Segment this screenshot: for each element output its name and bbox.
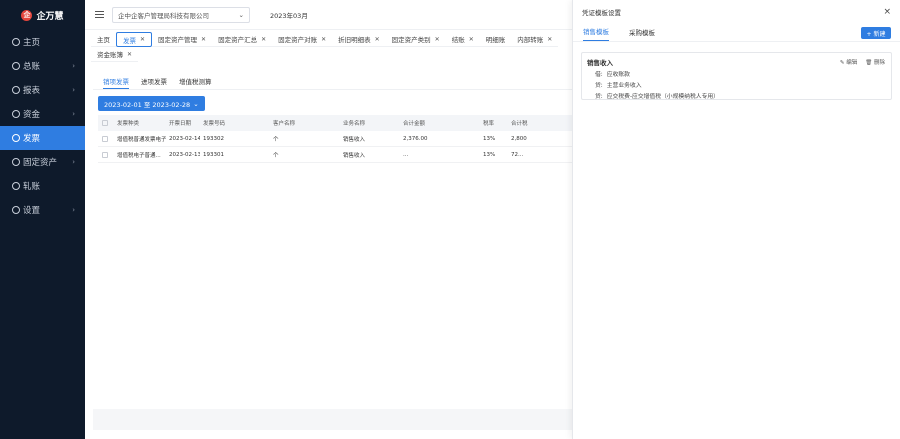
logo-icon: 企 <box>21 9 33 21</box>
invoice-subtabs: 销项发票 进项发票 增值税测算 <box>93 64 572 90</box>
closing-icon <box>12 182 20 190</box>
tab-detail-ledger[interactable]: 明细账 <box>479 32 512 47</box>
report-icon <box>12 86 20 94</box>
edit-button[interactable]: ✎ 编辑 <box>840 58 857 66</box>
close-icon[interactable]: ✕ <box>127 51 132 58</box>
tab-fixed-asset-summary[interactable]: 固定资产汇总 ✕ <box>212 32 273 47</box>
entry-line: 借: 应收账款 <box>595 72 630 78</box>
app-logo: 企 企万慧 <box>0 0 85 30</box>
entry-line: 贷: 主营业务收入 <box>595 83 642 89</box>
sidebar-item-invoice[interactable]: 发票 <box>0 126 85 150</box>
content-area: 销项发票 进项发票 增值税测算 2023-02-01 至 2023-02-28 … <box>93 64 572 430</box>
new-template-button[interactable]: + 新建 <box>861 27 891 39</box>
select-all-checkbox[interactable] <box>102 120 108 126</box>
top-bar: 企中企客户管理局科技有限公司 ⌄ 2023年03月 <box>85 0 572 30</box>
tab-depreciation[interactable]: 折旧明细表 ✕ <box>332 32 386 47</box>
tab-internal-transfer[interactable]: 内部转账 ✕ <box>511 32 559 47</box>
tab-fund-ledger[interactable]: 资金账簿 ✕ <box>91 47 139 62</box>
company-select[interactable]: 企中企客户管理局科技有限公司 ⌄ <box>112 6 250 23</box>
chevron-right-icon: › <box>72 110 75 118</box>
close-icon[interactable]: ✕ <box>261 36 266 43</box>
tab-invoice[interactable]: 发票 ✕ <box>116 32 153 47</box>
drawer-tabs: 销售模板 采购模板 + 新建 <box>573 24 900 42</box>
table-row[interactable]: 增值税普通发票电子... 2023-02-14 193302 个 销售收入 2,… <box>98 131 572 147</box>
funds-icon <box>12 110 20 118</box>
chevron-down-icon: ⌄ <box>193 99 199 108</box>
invoice-panel: 销项发票 进项发票 增值税测算 2023-02-01 至 2023-02-28 … <box>93 64 572 409</box>
accounting-period[interactable]: 2023年03月 <box>270 10 308 20</box>
entry-line: 贷: 应交税费-应交增值税（小规模纳税人专用） <box>595 94 719 100</box>
tab-closing[interactable]: 结账 ✕ <box>445 32 480 47</box>
logo-text: 企万慧 <box>36 11 64 22</box>
gear-icon <box>12 206 20 214</box>
sidebar-item-closing[interactable]: 轧账 <box>0 174 85 198</box>
chevron-right-icon: › <box>72 62 75 70</box>
delete-button[interactable]: 🗑 删除 <box>865 58 885 66</box>
card-actions: ✎ 编辑 🗑 删除 <box>840 58 885 66</box>
menu-toggle-icon[interactable] <box>95 11 104 18</box>
chevron-right-icon: › <box>72 158 75 166</box>
table-header: 发票种类 开票日期 发票号码 客户名称 业务名称 合计金额 税率 合计税 <box>98 115 572 131</box>
close-icon[interactable]: ✕ <box>140 36 145 43</box>
close-icon[interactable]: ✕ <box>469 36 474 43</box>
voucher-template-drawer: 凭证模板设置 × 销售模板 采购模板 + 新建 销售收入 ✎ 编辑 🗑 删除 借… <box>572 0 900 439</box>
tab-sales-template[interactable]: 销售模板 <box>583 26 609 41</box>
subtab-vat-estimate[interactable]: 增值税测算 <box>179 76 212 89</box>
close-icon[interactable]: ✕ <box>435 36 440 43</box>
subtab-sales-invoice[interactable]: 销项发票 <box>103 76 129 89</box>
subtab-purchase-invoice[interactable]: 进项发票 <box>141 76 167 89</box>
edit-icon: ✎ <box>839 60 845 66</box>
drawer-header: 凭证模板设置 × <box>573 0 900 24</box>
chevron-down-icon: ⌄ <box>238 10 244 19</box>
tab-asset-category[interactable]: 固定资产类别 ✕ <box>385 32 446 47</box>
row-checkbox[interactable] <box>102 151 108 158</box>
sidebar-item-home[interactable]: 主页 <box>0 30 85 54</box>
table-row[interactable]: 增值税电子普通... 2023-02-13 193301 个 销售收入 ... … <box>98 147 572 163</box>
tab-fixed-asset-management[interactable]: 固定资产管理 ✕ <box>152 32 213 47</box>
chevron-right-icon: › <box>72 206 75 214</box>
home-icon <box>12 38 20 46</box>
close-icon[interactable]: ✕ <box>547 36 552 43</box>
chevron-right-icon: › <box>72 86 75 94</box>
tab-purchase-template[interactable]: 采购模板 <box>629 27 655 41</box>
sidebar-item-ledger[interactable]: 总账 › <box>0 54 85 78</box>
page-tabs: 主页 发票 ✕ 固定资产管理 ✕ 固定资产汇总 ✕ 固定资产对账 ✕ 折旧明细表 ✕ 固定… <box>85 32 572 62</box>
row-checkbox[interactable] <box>102 135 108 142</box>
close-icon[interactable]: ✕ <box>375 36 380 43</box>
template-card: 销售收入 ✎ 编辑 🗑 删除 借: 应收账款 贷: 主营业务收入 贷: 应交税费… <box>581 52 892 100</box>
close-icon[interactable]: × <box>883 7 891 17</box>
sidebar: 企 企万慧 主页 总账 › 报表 › 资金 › 发票 固定资产 › 轧账 设置 … <box>0 0 85 439</box>
invoice-icon <box>12 134 20 142</box>
trash-icon: 🗑 <box>865 60 873 66</box>
date-range-picker[interactable]: 2023-02-01 至 2023-02-28 ⌄ <box>98 96 205 111</box>
sidebar-item-reports[interactable]: 报表 › <box>0 78 85 102</box>
sidebar-item-funds[interactable]: 资金 › <box>0 102 85 126</box>
close-icon[interactable]: ✕ <box>201 36 206 43</box>
tab-fixed-asset-reconcile[interactable]: 固定资产对账 ✕ <box>272 32 333 47</box>
ledger-icon <box>12 62 20 70</box>
invoice-table: 发票种类 开票日期 发票号码 客户名称 业务名称 合计金额 税率 合计税 增值税… <box>98 115 572 163</box>
sidebar-item-fixed-assets[interactable]: 固定资产 › <box>0 150 85 174</box>
drawer-title: 凭证模板设置 <box>582 9 621 17</box>
sidebar-item-settings[interactable]: 设置 › <box>0 198 85 222</box>
tab-home[interactable]: 主页 <box>91 32 116 47</box>
asset-icon <box>12 158 20 166</box>
main-area: 企中企客户管理局科技有限公司 ⌄ 2023年03月 主页 发票 ✕ 固定资产管理 ✕… <box>85 0 572 439</box>
close-icon[interactable]: ✕ <box>321 36 326 43</box>
company-name: 企中企客户管理局科技有限公司 <box>118 11 209 20</box>
